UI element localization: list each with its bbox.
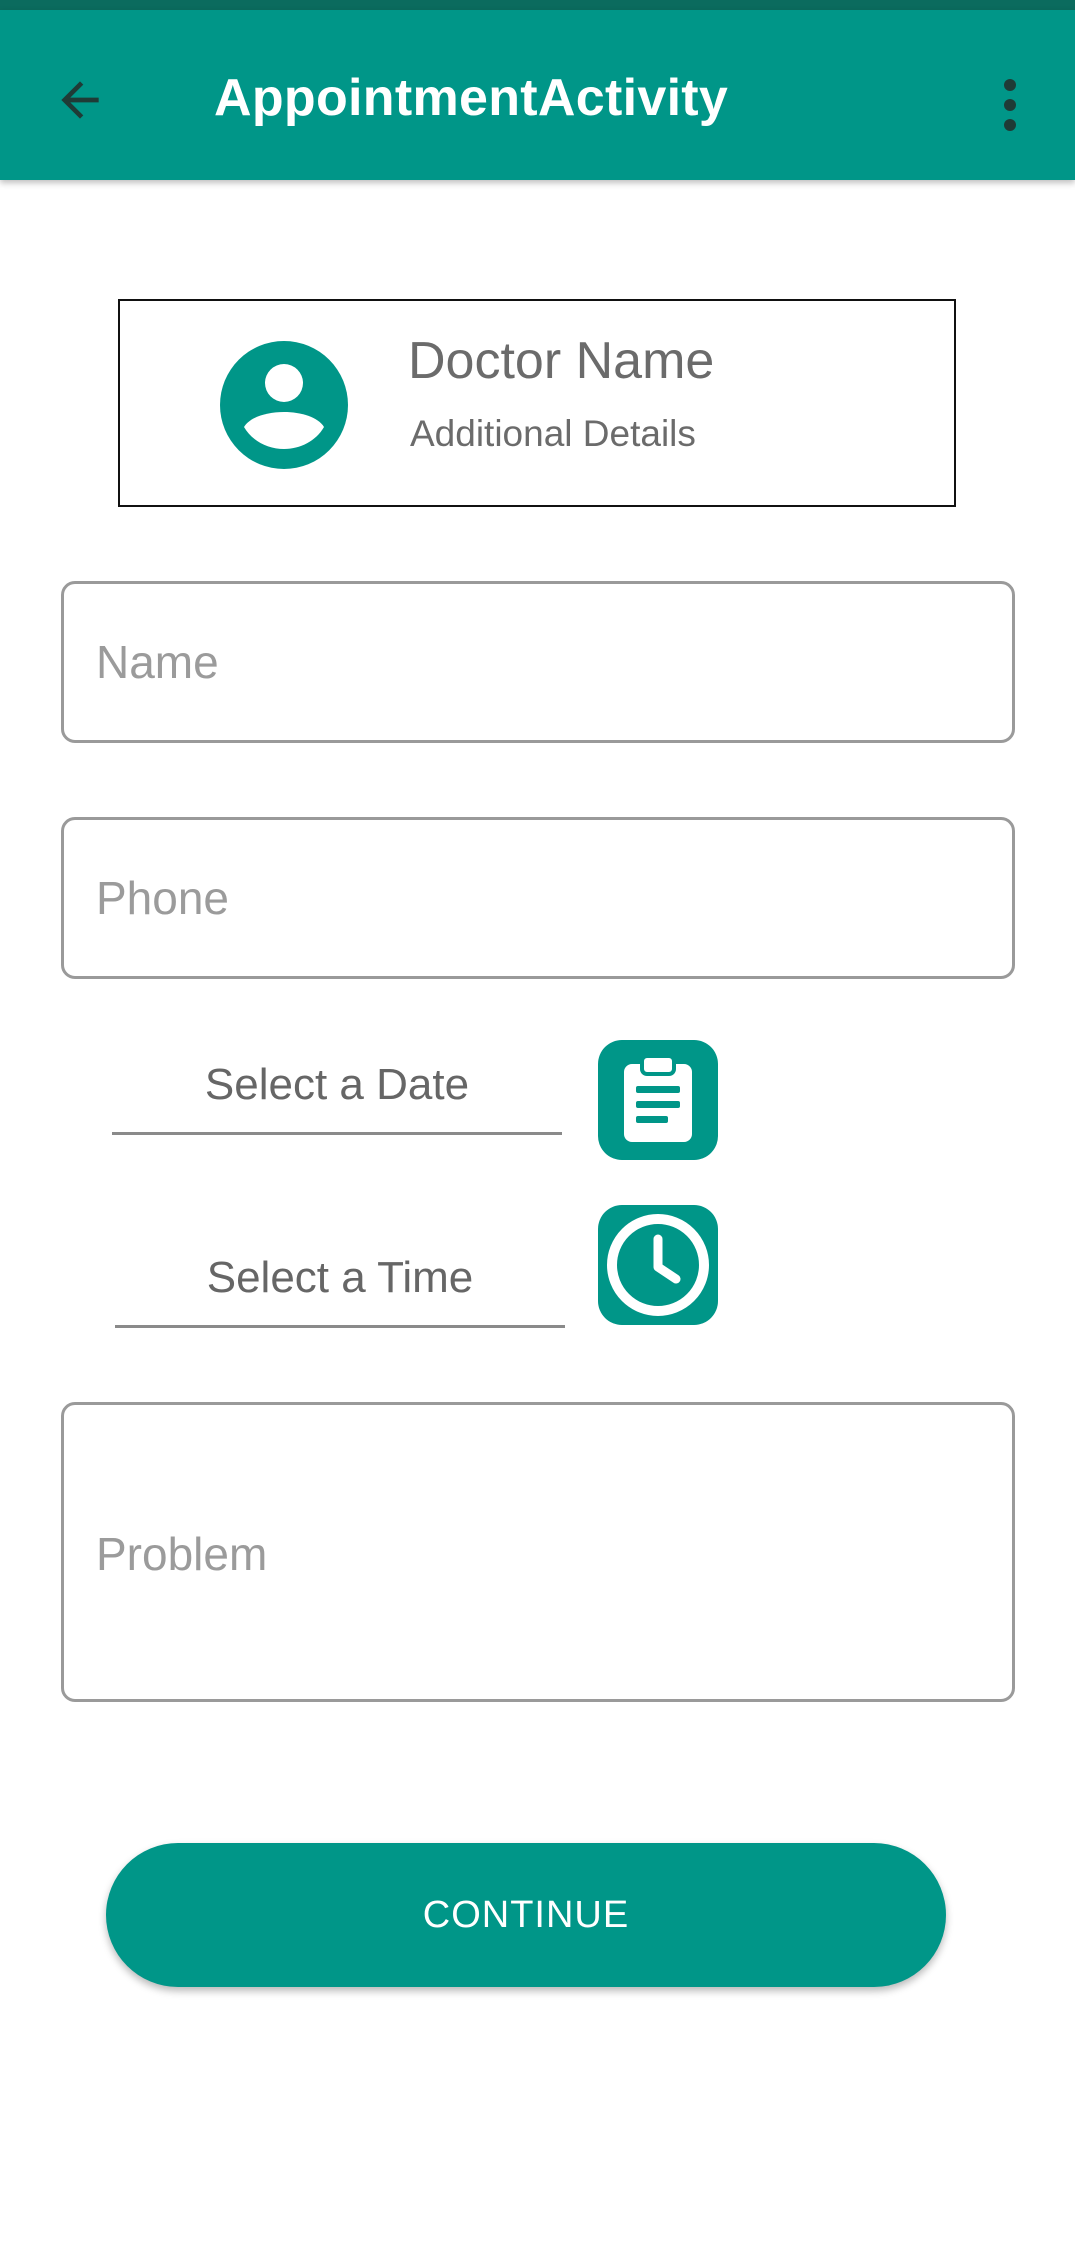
continue-button[interactable]: CONTINUE [106, 1843, 946, 1987]
clipboard-icon [624, 1054, 692, 1142]
phone-field[interactable] [61, 817, 1015, 979]
status-bar-strip [0, 0, 1075, 10]
select-date-field[interactable]: Select a Date [112, 1045, 562, 1135]
select-time-field[interactable]: Select a Time [115, 1238, 565, 1328]
clock-icon [607, 1214, 709, 1316]
more-vert-icon [1004, 79, 1016, 131]
doctor-name: Doctor Name [408, 332, 715, 390]
name-field[interactable] [61, 581, 1015, 743]
doctor-card: Doctor Name Additional Details [118, 299, 956, 507]
app-bar: AppointmentActivity [0, 10, 1075, 180]
name-input[interactable] [64, 584, 1012, 740]
account-circle-icon [220, 341, 348, 469]
overflow-menu-button[interactable] [985, 65, 1035, 145]
app-title: AppointmentActivity [214, 69, 729, 127]
time-picker-button[interactable] [598, 1205, 718, 1325]
back-button[interactable] [40, 60, 120, 140]
arrow-back-icon [61, 81, 99, 119]
doctor-details: Additional Details [410, 413, 696, 454]
problem-input[interactable] [64, 1405, 1012, 1699]
date-picker-button[interactable] [598, 1040, 718, 1160]
problem-field[interactable] [61, 1402, 1015, 1702]
phone-input[interactable] [64, 820, 1012, 976]
